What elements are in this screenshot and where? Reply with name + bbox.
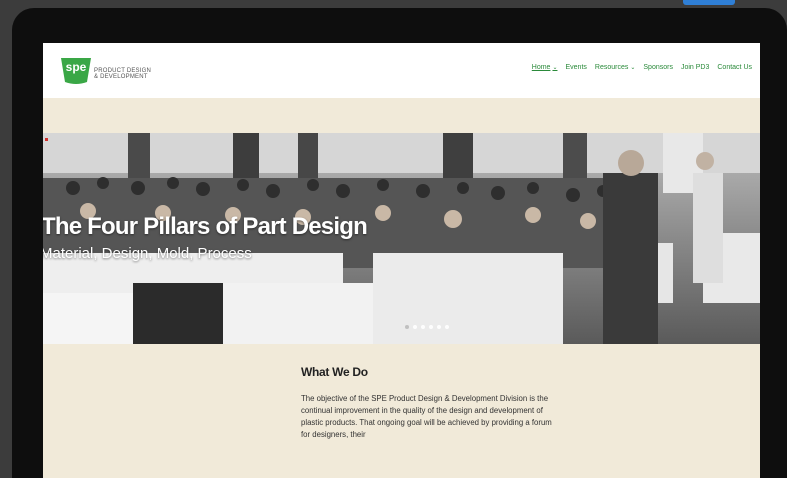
slider-dot[interactable] [429,325,433,329]
nav-events[interactable]: Events [565,64,586,71]
chevron-down-icon: ⌄ [630,65,636,71]
nav-sponsors[interactable]: Sponsors [643,64,673,71]
nav-resources[interactable]: Resources ⌄ [595,64,636,71]
slider-dot[interactable] [413,325,417,329]
slide-indicator-accent [45,138,48,141]
slider-dot[interactable] [445,325,449,329]
nav-home[interactable]: Home ⌄ [532,64,558,71]
hero-subtitle: Material, Design, Mold, Process [43,245,252,262]
what-we-do-heading: What We Do [301,365,368,379]
logo-mark-text: spe [66,60,87,74]
site-header: spe PRODUCT DESIGN & DEVELOPMENT Home ⌄ E… [43,43,760,98]
website-screen: spe PRODUCT DESIGN & DEVELOPMENT Home ⌄ E… [43,43,760,478]
slider-dot[interactable] [405,325,409,329]
logo-text: PRODUCT DESIGN & DEVELOPMENT [94,68,151,80]
slider-dots [405,325,449,329]
nav-join-pd3[interactable]: Join PD3 [681,64,709,71]
what-we-do-body: The objective of the SPE Product Design … [301,394,552,439]
device-corner-button [683,0,735,5]
logo-line-2: & DEVELOPMENT [94,74,148,80]
main-nav: Home ⌄ Events Resources ⌄ Sponsors Join PD… [532,64,752,71]
nav-contact-us[interactable]: Contact Us [717,64,752,71]
slider-dot[interactable] [421,325,425,329]
spe-logo-icon: spe [61,58,91,84]
slider-dot[interactable] [437,325,441,329]
chevron-down-icon: ⌄ [552,65,558,71]
spe-logo[interactable]: spe PRODUCT DESIGN & DEVELOPMENT [59,54,179,86]
hero-slider[interactable]: The Four Pillars of Part Design Material… [43,133,760,344]
hero-title: The Four Pillars of Part Design [43,213,368,240]
